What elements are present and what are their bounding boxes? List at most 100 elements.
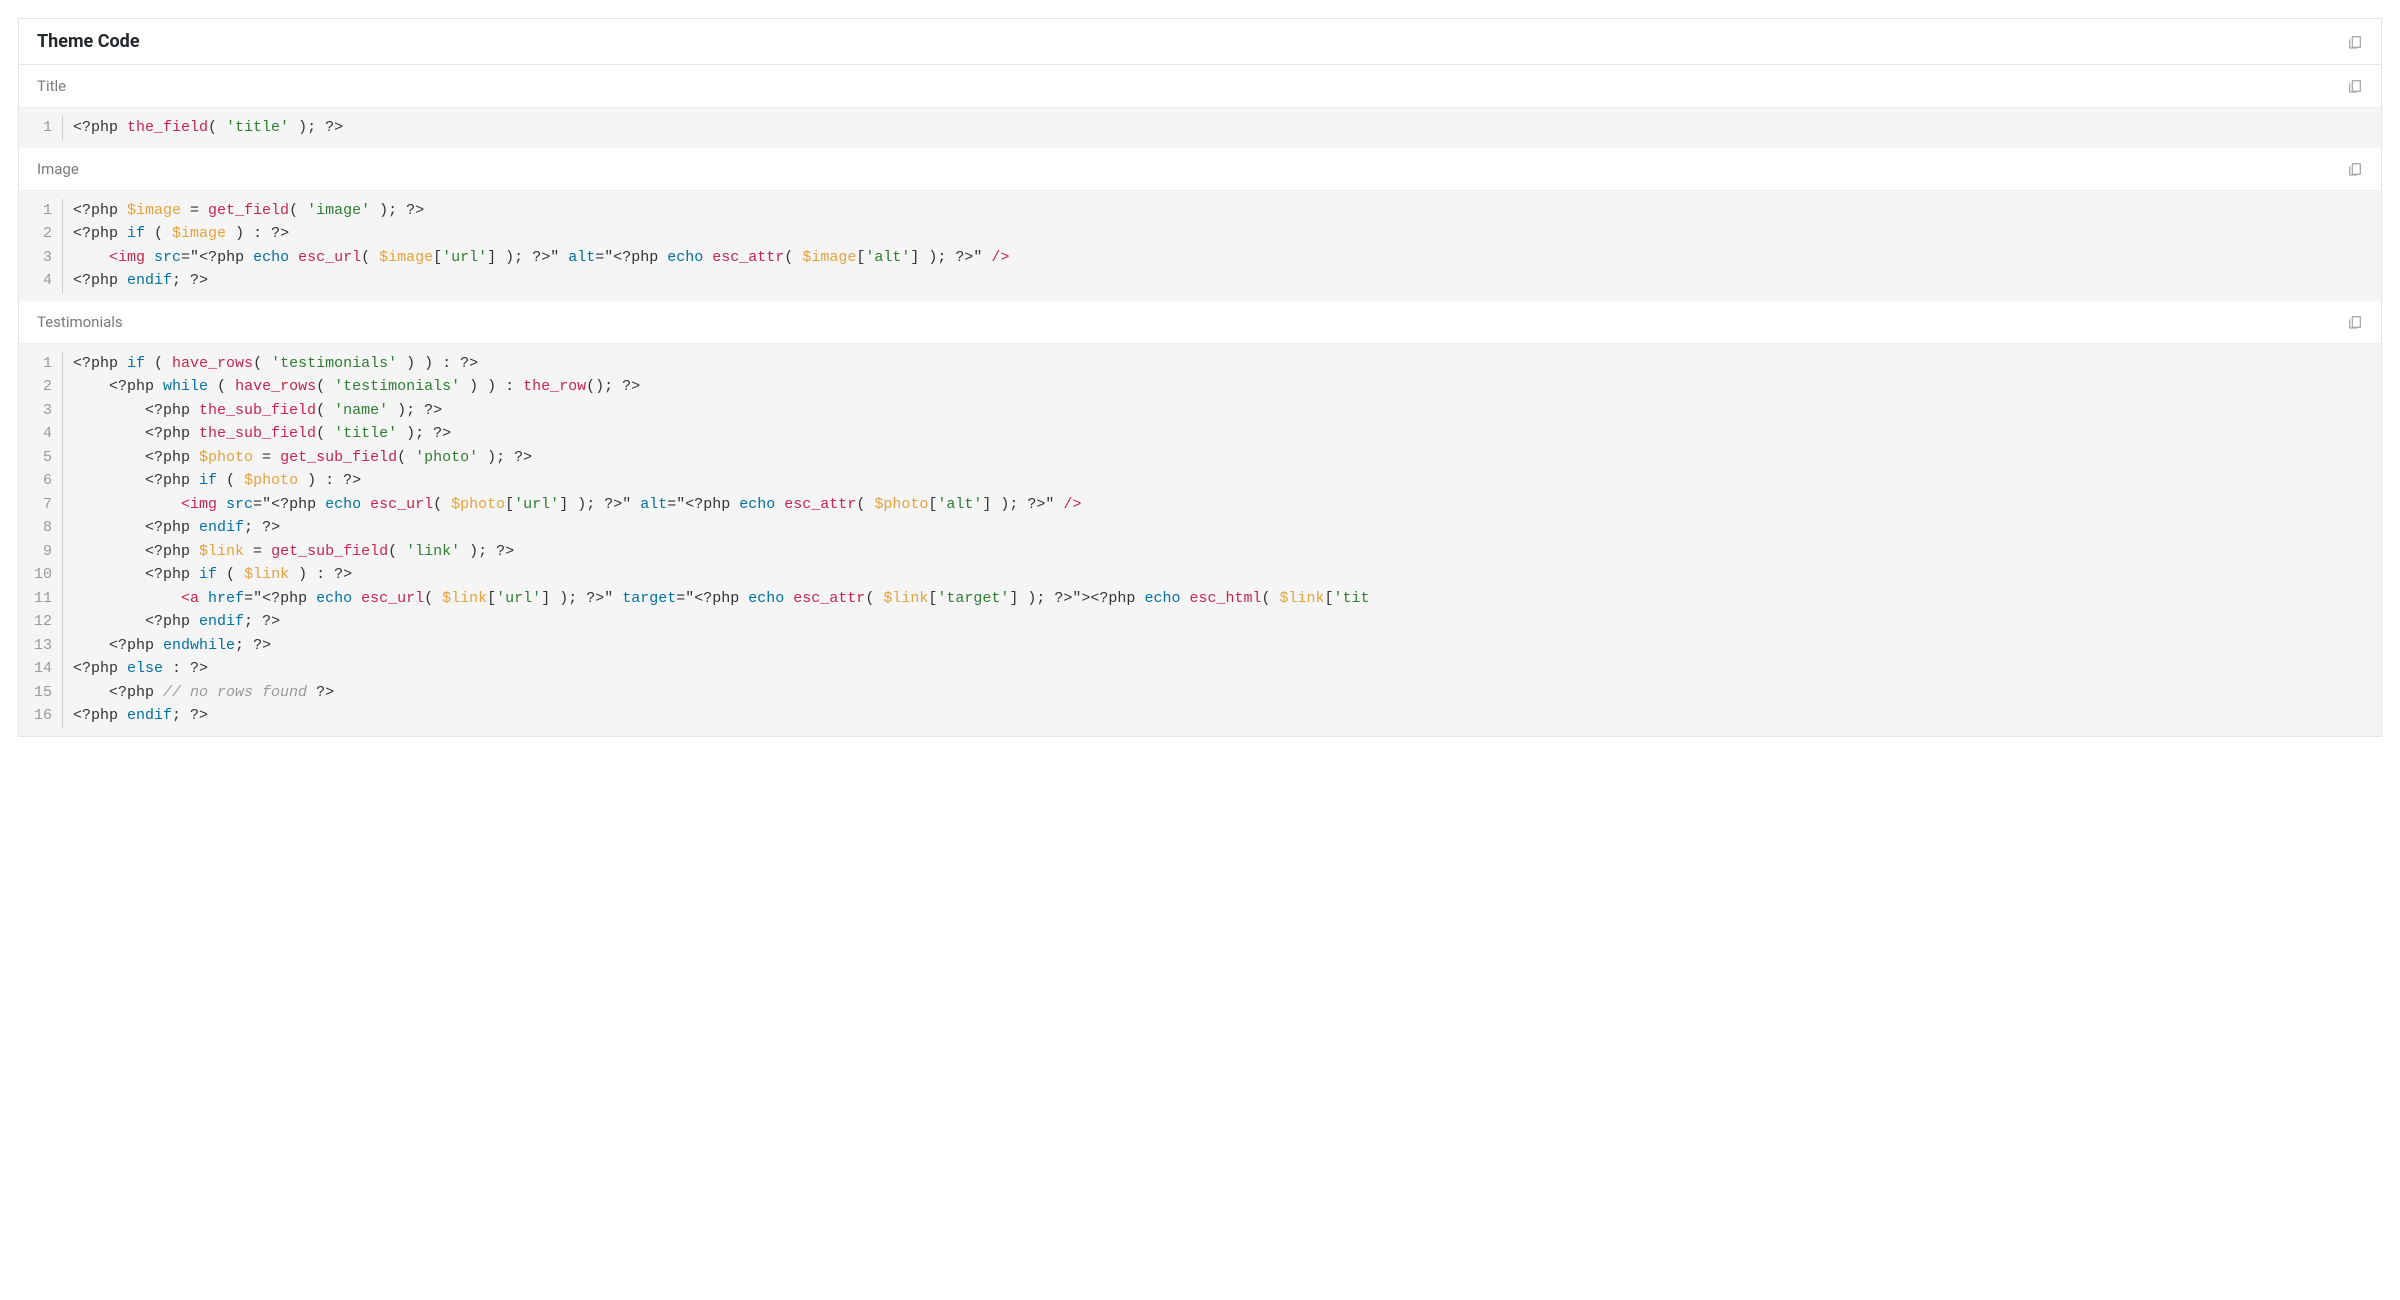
code-token: $photo bbox=[874, 496, 928, 513]
code-token: 'name' bbox=[334, 402, 388, 419]
code-token: <?php bbox=[73, 660, 127, 677]
code-token: ?> bbox=[586, 590, 604, 607]
code-token: <?php bbox=[685, 496, 739, 513]
code-token: ] ); bbox=[541, 590, 586, 607]
code-token bbox=[73, 425, 145, 442]
code-token: ?> bbox=[955, 249, 973, 266]
code-token bbox=[73, 543, 145, 560]
code-token: ; bbox=[244, 519, 262, 536]
code-token: alt bbox=[568, 249, 595, 266]
code-token: 'title' bbox=[226, 119, 289, 136]
code-token: endif bbox=[199, 519, 244, 536]
code-token: ( bbox=[865, 590, 883, 607]
clipboard-icon[interactable] bbox=[2347, 78, 2363, 94]
code-token: ?> bbox=[496, 543, 514, 560]
code-token: ?> bbox=[622, 378, 640, 395]
clipboard-icon[interactable] bbox=[2347, 34, 2363, 50]
code-token: 'image' bbox=[307, 202, 370, 219]
code-token bbox=[73, 590, 181, 607]
code-line: 1<?php the_field( 'title' ); ?> bbox=[19, 116, 2381, 140]
code-token: the_row bbox=[523, 378, 586, 395]
code-token: 'alt' bbox=[865, 249, 910, 266]
code-token: esc_attr bbox=[784, 496, 856, 513]
code-block[interactable]: 1<?php the_field( 'title' ); ?> bbox=[19, 108, 2381, 148]
code-token: alt bbox=[640, 496, 667, 513]
code-token: $link bbox=[244, 566, 289, 583]
code-token: if bbox=[127, 355, 145, 372]
code-token: = bbox=[181, 202, 208, 219]
code-token bbox=[73, 613, 145, 630]
code-token: [ bbox=[505, 496, 514, 513]
code-block[interactable]: 1<?php if ( have_rows( 'testimonials' ) … bbox=[19, 344, 2381, 736]
code-token: echo bbox=[739, 496, 784, 513]
code-token: ; bbox=[244, 613, 262, 630]
code-token: : bbox=[163, 660, 190, 677]
section-label: Testimonials bbox=[37, 313, 123, 331]
line-number: 1 bbox=[19, 352, 63, 376]
code-line: 2 <?php while ( have_rows( 'testimonials… bbox=[19, 375, 2381, 399]
code-token: if bbox=[127, 225, 145, 242]
code-content: <?php if ( $link ) : ?> bbox=[73, 563, 2381, 587]
line-number: 2 bbox=[19, 222, 63, 246]
code-token: 'url' bbox=[514, 496, 559, 513]
code-token: 'photo' bbox=[415, 449, 478, 466]
code-token: ); bbox=[460, 543, 496, 560]
code-token: href bbox=[208, 590, 244, 607]
code-token: ( bbox=[316, 425, 334, 442]
code-token: endif bbox=[127, 272, 172, 289]
panel-header: Theme Code bbox=[19, 19, 2381, 65]
code-token: <?php bbox=[145, 449, 199, 466]
code-token bbox=[73, 637, 109, 654]
code-token: " bbox=[604, 590, 622, 607]
code-token: <?php bbox=[1090, 590, 1144, 607]
line-number: 1 bbox=[19, 199, 63, 223]
code-token: ( bbox=[289, 202, 307, 219]
code-content: <?php endwhile; ?> bbox=[73, 634, 2381, 658]
code-block[interactable]: 1<?php $image = get_field( 'image' ); ?>… bbox=[19, 191, 2381, 301]
code-token: ] ); bbox=[487, 249, 532, 266]
clipboard-icon[interactable] bbox=[2347, 314, 2363, 330]
code-token bbox=[73, 402, 145, 419]
code-content: <?php $link = get_sub_field( 'link' ); ?… bbox=[73, 540, 2381, 564]
code-token: $image bbox=[379, 249, 433, 266]
code-token: ?> bbox=[514, 449, 532, 466]
code-token: 'title' bbox=[334, 425, 397, 442]
line-number: 9 bbox=[19, 540, 63, 564]
code-token: <img bbox=[109, 249, 154, 266]
code-token: ?> bbox=[604, 496, 622, 513]
clipboard-icon[interactable] bbox=[2347, 161, 2363, 177]
code-token: esc_url bbox=[298, 249, 361, 266]
code-token: $link bbox=[199, 543, 244, 560]
code-token: [ bbox=[928, 496, 937, 513]
code-token: ( bbox=[145, 225, 172, 242]
code-line: 16<?php endif; ?> bbox=[19, 704, 2381, 728]
code-token: endif bbox=[127, 707, 172, 724]
code-token: ?> bbox=[424, 402, 442, 419]
code-token: <?php bbox=[145, 566, 199, 583]
code-token: <?php bbox=[73, 225, 127, 242]
code-token: ?> bbox=[190, 272, 208, 289]
code-token: src bbox=[154, 249, 181, 266]
code-line: 6 <?php if ( $photo ) : ?> bbox=[19, 469, 2381, 493]
code-token: ] ); bbox=[559, 496, 604, 513]
code-token: $image bbox=[172, 225, 226, 242]
code-token: get_sub_field bbox=[271, 543, 388, 560]
code-line: 8 <?php endif; ?> bbox=[19, 516, 2381, 540]
line-number: 14 bbox=[19, 657, 63, 681]
code-token: $link bbox=[1279, 590, 1324, 607]
code-line: 13 <?php endwhile; ?> bbox=[19, 634, 2381, 658]
code-token: ) ) : bbox=[397, 355, 460, 372]
code-line: 9 <?php $link = get_sub_field( 'link' );… bbox=[19, 540, 2381, 564]
code-token: get_field bbox=[208, 202, 289, 219]
code-token: ( bbox=[217, 566, 244, 583]
section-label: Title bbox=[37, 77, 66, 95]
code-token: ); bbox=[370, 202, 406, 219]
line-number: 7 bbox=[19, 493, 63, 517]
code-token bbox=[73, 496, 181, 513]
code-content: <?php else : ?> bbox=[73, 657, 2381, 681]
code-line: 5 <?php $photo = get_sub_field( 'photo' … bbox=[19, 446, 2381, 470]
code-token: esc_attr bbox=[793, 590, 865, 607]
code-token: /> bbox=[991, 249, 1009, 266]
code-content: <?php endif; ?> bbox=[73, 704, 2381, 728]
code-token bbox=[73, 449, 145, 466]
